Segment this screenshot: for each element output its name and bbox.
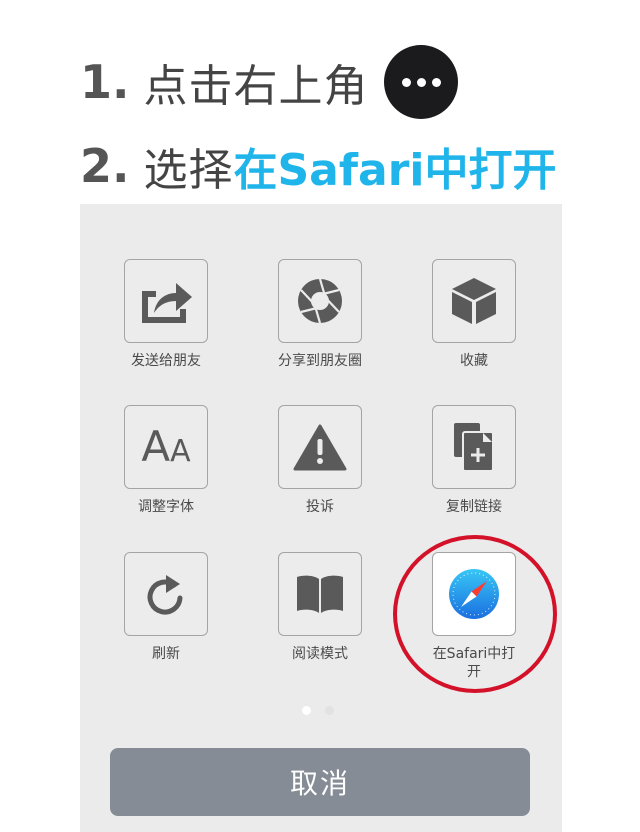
copy-link-icon — [454, 423, 494, 472]
menu-item-send-to-friend[interactable]: 发送给朋友 — [106, 259, 226, 370]
menu-item-label: 调整字体 — [138, 499, 194, 515]
menu-item-font-size[interactable]: AA 调整字体 — [106, 405, 226, 516]
menu-item-tile[interactable] — [278, 405, 362, 489]
menu-item-label: 刷新 — [152, 646, 180, 662]
menu-item-tile[interactable] — [124, 259, 208, 343]
menu-item-label: 收藏 — [460, 353, 488, 369]
page-dot — [325, 706, 334, 715]
step-number: 2. — [80, 139, 130, 193]
menu-item-label: 投诉 — [306, 499, 334, 515]
menu-item-label: 发送给朋友 — [131, 353, 201, 369]
cube-icon — [452, 278, 496, 324]
menu-item-refresh[interactable]: 刷新 — [106, 552, 226, 663]
menu-item-open-in-safari[interactable]: 在Safari中打开 — [414, 552, 534, 681]
cancel-button[interactable]: 取消 — [110, 748, 530, 816]
font-size-icon: AA — [141, 422, 191, 471]
menu-item-label: 复制链接 — [446, 499, 502, 515]
menu-item-label: 阅读模式 — [292, 646, 348, 662]
menu-item-tile[interactable] — [432, 259, 516, 343]
menu-item-tile[interactable]: AA — [124, 405, 208, 489]
menu-item-tile[interactable] — [432, 552, 516, 636]
page-indicator — [302, 706, 334, 715]
menu-item-copy-link[interactable]: 复制链接 — [414, 405, 534, 516]
menu-item-report[interactable]: 投诉 — [260, 405, 380, 516]
safari-compass-icon — [449, 569, 499, 619]
step-highlight: 在Safari中打开 — [233, 145, 557, 196]
menu-item-label: 分享到朋友圈 — [278, 353, 362, 369]
menu-item-tile[interactable] — [278, 552, 362, 636]
share-arrow-icon — [142, 283, 192, 323]
instruction-step-2: 2. 选择 在Safari中打开 — [80, 134, 556, 198]
menu-item-label: 在Safari中打开 — [432, 646, 516, 680]
step-text: 点击右上角 — [143, 61, 369, 112]
instruction-step-1: 1. 点击右上角 — [80, 45, 459, 119]
aperture-icon — [298, 278, 342, 324]
menu-item-tile[interactable] — [278, 259, 362, 343]
refresh-icon — [147, 575, 183, 615]
menu-item-favorite[interactable]: 收藏 — [414, 259, 534, 370]
warning-icon — [293, 424, 347, 471]
step-text: 选择 — [143, 145, 234, 196]
menu-item-tile[interactable] — [432, 405, 516, 489]
menu-item-moments[interactable]: 分享到朋友圈 — [260, 259, 380, 370]
more-options-icon — [384, 45, 459, 119]
page-dot-active — [302, 706, 311, 715]
step-number: 1. — [80, 55, 130, 109]
book-icon — [297, 575, 343, 613]
menu-item-tile[interactable] — [124, 552, 208, 636]
menu-item-reader-mode[interactable]: 阅读模式 — [260, 552, 380, 663]
share-action-sheet: 发送给朋友 分享到朋友圈 收藏 AA 调整字体 投诉 复制链接 刷新 阅读模式 … — [80, 204, 562, 832]
